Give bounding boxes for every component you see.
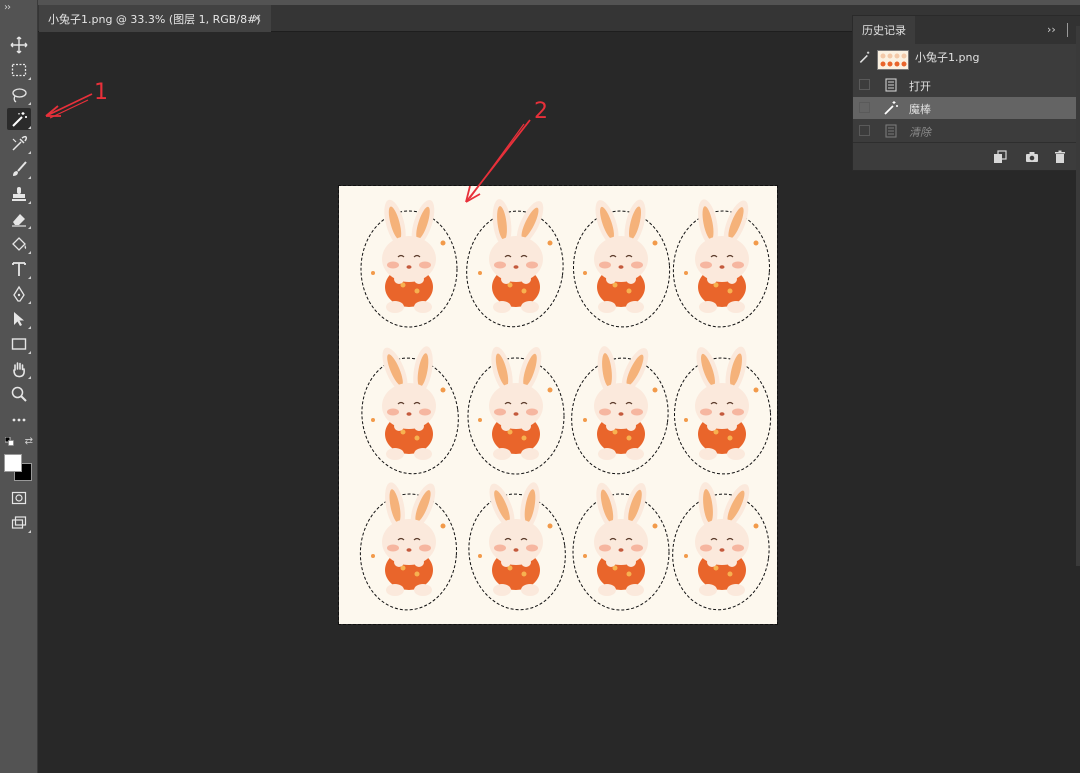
- history-panel-footer: [853, 142, 1080, 170]
- rectangle-tool-button[interactable]: [7, 333, 31, 355]
- screen-mode-icon: [11, 516, 27, 529]
- paint-bucket-icon: [12, 237, 27, 251]
- history-state-label: 清除: [909, 126, 931, 139]
- snapshot-label: 小兔子1.png: [915, 51, 980, 64]
- pen-icon: [13, 285, 25, 302]
- rabbit-sticker: [468, 482, 566, 611]
- lasso-icon: [12, 88, 27, 103]
- rabbit-sticker: [572, 482, 670, 611]
- rabbit-sticker: [672, 199, 770, 328]
- new-document-from-state-button[interactable]: [991, 148, 1009, 166]
- default-colors-icon[interactable]: [5, 437, 14, 446]
- history-brush-checkbox[interactable]: [859, 79, 870, 90]
- history-tab[interactable]: 历史记录: [853, 16, 915, 44]
- eyedropper-tool-button[interactable]: [7, 133, 31, 155]
- foreground-color-swatch[interactable]: [4, 454, 22, 472]
- history-state-label: 魔棒: [909, 103, 931, 116]
- rect-marquee-icon: [11, 63, 27, 77]
- camera-icon: [1026, 152, 1038, 162]
- hand-tool-button[interactable]: [7, 358, 31, 380]
- move-tool-button[interactable]: [7, 34, 31, 56]
- brush-icon: [13, 161, 27, 176]
- hand-icon: [13, 362, 25, 378]
- magic-wand-icon: [12, 112, 27, 127]
- trash-icon: [1055, 150, 1065, 163]
- rabbit-sticker: [360, 199, 458, 328]
- history-state-magic-wand[interactable]: 魔棒: [853, 97, 1080, 119]
- quick-mask-button[interactable]: [7, 487, 31, 509]
- type-icon: [12, 262, 26, 276]
- rabbit-sticker: [672, 482, 770, 611]
- marquee-tool-button[interactable]: [7, 59, 31, 81]
- new-document-from-state-icon: [994, 150, 1007, 163]
- ellipsis-icon: [12, 418, 26, 422]
- zoom-icon: [11, 386, 27, 402]
- rabbit-sticker: [466, 199, 564, 328]
- pen-tool-button[interactable]: [7, 283, 31, 305]
- snapshot-thumbnail: [877, 50, 909, 70]
- history-brush-checkbox[interactable]: [859, 125, 870, 136]
- eraser-icon: [12, 214, 26, 227]
- photoshop-window: ›› ⇄ 小兔子1.png @ 33.3% (图层 1, RGB/8#) × 1…: [0, 0, 1080, 773]
- image-canvas[interactable]: [338, 185, 778, 625]
- rabbit-sticker: [571, 346, 669, 475]
- magic-wand-icon: [884, 101, 898, 115]
- document-icon: [885, 124, 897, 138]
- history-panel-header: 历史记录 ››: [853, 16, 1080, 44]
- zoom-tool-button[interactable]: [7, 383, 31, 405]
- lasso-tool-button[interactable]: [7, 84, 31, 106]
- close-tab-icon[interactable]: ×: [252, 11, 262, 25]
- path-select-tool-button[interactable]: [7, 308, 31, 330]
- history-state-label: 打开: [909, 80, 931, 93]
- paint-bucket-tool-button[interactable]: [7, 233, 31, 255]
- rabbit-sticker: [361, 346, 459, 475]
- rabbit-sticker: [359, 482, 457, 611]
- rabbit-sticker-artwork: [359, 199, 772, 611]
- quick-mask-icon: [11, 491, 27, 505]
- arrow-icon: [14, 312, 24, 326]
- more-tools-button[interactable]: [7, 409, 31, 431]
- toolbar-collapse-button[interactable]: ››: [4, 2, 11, 13]
- color-swatches: ⇄: [4, 436, 34, 484]
- document-tab-title: 小兔子1.png @ 33.3% (图层 1, RGB/8#): [48, 12, 261, 26]
- history-brush-source-icon[interactable]: [858, 50, 872, 64]
- tools-panel: ›› ⇄: [0, 0, 38, 773]
- stamp-icon: [12, 187, 26, 201]
- annotation-label-2: 2: [534, 99, 548, 124]
- move-icon: [10, 36, 28, 54]
- rabbit-sticker: [467, 346, 565, 475]
- panel-separator: [1067, 23, 1068, 37]
- eyedropper-icon: [12, 135, 28, 151]
- right-panel-scrollbar[interactable]: [1076, 26, 1080, 566]
- panel-expand-icon[interactable]: ››: [1047, 23, 1056, 36]
- rabbit-sticker: [573, 199, 671, 328]
- document-tab[interactable]: 小兔子1.png @ 33.3% (图层 1, RGB/8#) ×: [39, 5, 271, 32]
- rectangle-icon: [11, 338, 27, 350]
- brush-tool-button[interactable]: [7, 158, 31, 180]
- type-tool-button[interactable]: [7, 258, 31, 280]
- magic-wand-tool-button[interactable]: [7, 108, 31, 130]
- history-brush-checkbox[interactable]: [859, 102, 870, 113]
- swap-colors-icon[interactable]: ⇄: [25, 436, 33, 447]
- history-snapshot[interactable]: 小兔子1.png: [853, 44, 1080, 74]
- document-icon: [885, 78, 897, 92]
- rabbit-sticker: [674, 346, 772, 475]
- new-snapshot-button[interactable]: [1023, 148, 1041, 166]
- annotation-label-1: 1: [94, 80, 108, 105]
- annotation-arrow-2: [465, 119, 531, 203]
- history-state-clear[interactable]: 清除: [853, 120, 1080, 142]
- screen-mode-button[interactable]: [7, 512, 31, 534]
- stamp-tool-button[interactable]: [7, 183, 31, 205]
- delete-state-button[interactable]: [1051, 148, 1069, 166]
- history-panel: 历史记录 ›› 小兔子1.png 打开 魔棒 清除: [852, 15, 1080, 171]
- history-state-open[interactable]: 打开: [853, 74, 1080, 96]
- eraser-tool-button[interactable]: [7, 208, 31, 230]
